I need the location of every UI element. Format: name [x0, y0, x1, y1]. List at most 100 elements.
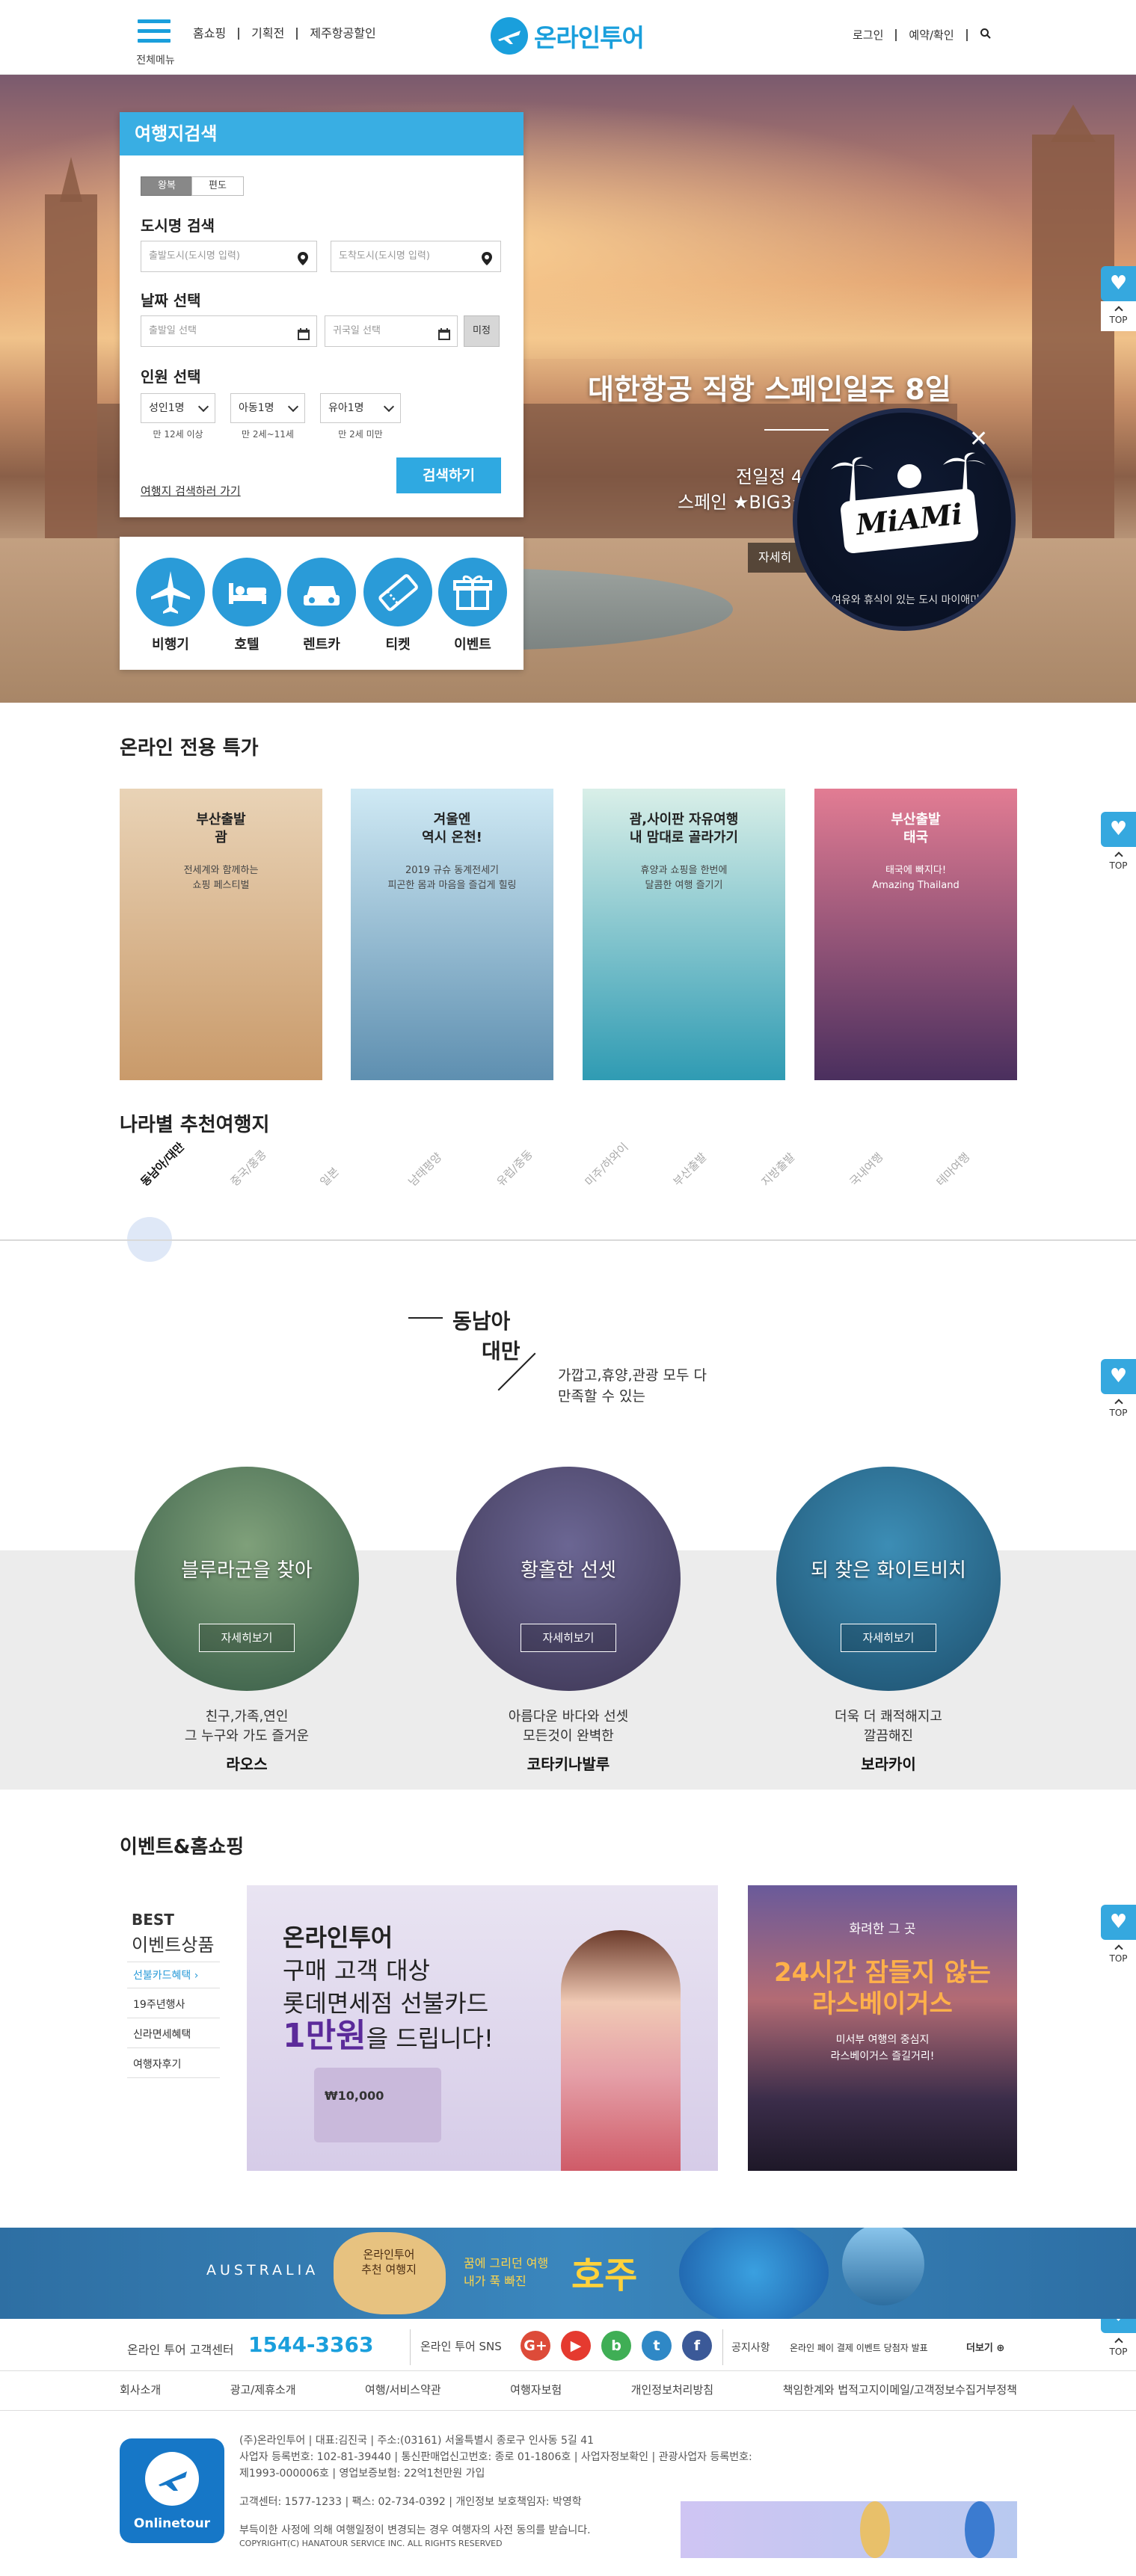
countries-title: 나라별 추천여행지 — [120, 1114, 270, 1136]
special-card-title: 부산출발 태국 — [891, 812, 941, 845]
australia-banner[interactable]: AUSTRALIA 온라인투어 추천 여행지 꿈에 그리던 여행 내가 푹 빠진… — [0, 2228, 1136, 2319]
special-card[interactable]: 부산출발 태국 태국에 빠지다! Amazing Thailand — [814, 789, 1017, 1080]
heart-icon[interactable]: ♥ — [1101, 1359, 1136, 1394]
best-item[interactable]: 선불카드혜택 › — [127, 1962, 220, 1988]
tab-china[interactable]: 중국/홍콩 — [227, 1147, 269, 1189]
best-item[interactable]: 여행자후기 — [127, 2051, 220, 2078]
blog-icon[interactable]: b — [601, 2331, 631, 2361]
quick-flight[interactable]: 비행기 — [136, 558, 205, 653]
company-info-line: 사업자 등록번호: 102-81-39440 | 통신판매업신고번호: 종로 0… — [239, 2451, 752, 2463]
location-pin-icon — [481, 249, 493, 265]
arrow-up-icon — [1114, 851, 1123, 860]
nav-jeju-air[interactable]: 제주항공할인 — [298, 28, 387, 40]
close-popup-icon[interactable]: ✕ — [969, 426, 988, 452]
event-banner-text: 온라인투어 구매 고객 대상 롯데면세점 선불카드 1만원을 드립니다! — [283, 1921, 494, 2055]
search-submit-button[interactable]: 검색하기 — [396, 457, 501, 493]
scroll-top-button[interactable]: TOP — [1101, 847, 1136, 877]
destination-detail-button[interactable]: 자세히보기 — [199, 1624, 295, 1652]
event-banner-las-vegas[interactable]: 화려한 그 곳 24시간 잠들지 않는 라스베이거스 미서부 여행의 중심지 라… — [748, 1885, 1017, 2171]
chevron-down-icon — [197, 401, 209, 413]
destination-detail-button[interactable]: 자세히보기 — [521, 1624, 616, 1652]
footer-link-company[interactable]: 회사소개 — [120, 2382, 161, 2397]
floating-quick-bar: ♥ TOP — [1101, 1905, 1136, 1970]
event-banner-duty-free[interactable]: 온라인투어 구매 고객 대상 롯데면세점 선불카드 1만원을 드립니다! ₩10… — [247, 1885, 718, 2171]
banner-decoration — [965, 2501, 995, 2558]
depart-city-field[interactable]: 출발도시(도시명 입력) — [141, 241, 317, 272]
quick-rentcar[interactable]: 렌트카 — [287, 558, 356, 653]
special-card[interactable]: 겨울엔 역시 온천! 2019 규슈 동계전세기 피곤한 몸과 마음을 즐겁게 … — [351, 789, 553, 1080]
divider — [410, 2329, 411, 2365]
quick-hotel[interactable]: 호텔 — [212, 558, 281, 653]
banner-decoration — [860, 2501, 890, 2558]
notice-more-link[interactable]: 더보기 ⊕ — [966, 2340, 1004, 2354]
special-card[interactable]: 괌,사이판 자유여행 내 맘대로 골라가기 휴양과 쇼핑을 한번에 달콤한 여행… — [583, 789, 785, 1080]
destination-card[interactable]: 되 찾은 화이트비치 자세히보기 더욱 더 쾌적해지고 깔끔해진 보라카이 — [776, 1467, 1001, 1774]
login-link[interactable]: 로그인 — [853, 28, 897, 41]
tab-japan[interactable]: 일본 — [316, 1164, 342, 1189]
site-logo[interactable]: 온라인투어 — [491, 16, 645, 55]
scroll-top-button[interactable]: TOP — [1101, 1394, 1136, 1424]
notice-link[interactable]: 온라인 페이 결제 이벤트 당첨자 발표 — [790, 2341, 928, 2354]
footer-ad-banner[interactable] — [681, 2501, 1017, 2558]
destination-caption: 되 찾은 화이트비치 — [811, 1559, 966, 1582]
destination-card[interactable]: 블루라군을 찾아 자세히보기 친구,가족,연인 그 누구와 가도 즐거운 라오스 — [135, 1467, 359, 1774]
travel-search-panel: 여행지검색 왕복 편도 도시명 검색 출발도시(도시명 입력) 도착도시(도시명… — [120, 112, 524, 517]
heart-icon[interactable]: ♥ — [1101, 812, 1136, 847]
infant-note: 만 2세 미만 — [338, 429, 383, 440]
footer-link-partnership[interactable]: 광고/제휴소개 — [230, 2382, 296, 2397]
twitter-icon[interactable]: t — [642, 2331, 672, 2361]
destination-image: 블루라군을 찾아 자세히보기 — [135, 1467, 359, 1691]
reservation-link[interactable]: 예약/확인 — [897, 28, 968, 41]
best-item[interactable]: 신라면세혜택 — [127, 2021, 220, 2048]
footer-link-legal[interactable]: 책임한계와 법적고지이메일/고객정보수집거부정책 — [783, 2382, 1017, 2397]
destination-detail-button[interactable]: 자세히보기 — [841, 1624, 936, 1652]
return-date-field[interactable]: 귀국일 선택 — [325, 315, 458, 347]
tab-america[interactable]: 미주/하와이 — [581, 1139, 631, 1189]
footer-link-terms[interactable]: 여행/서비스약관 — [365, 2382, 441, 2397]
heart-icon[interactable]: ♥ — [1101, 1905, 1136, 1940]
footer-link-privacy[interactable]: 개인정보처리방침 — [631, 2382, 713, 2397]
child-select[interactable]: 아동1명 — [230, 393, 305, 423]
gift-card-value: ₩10,000 — [325, 2089, 384, 2103]
go-destination-search-link[interactable]: 여행지 검색하러 가기 — [141, 483, 241, 499]
quick-event[interactable]: 이벤트 — [438, 558, 507, 653]
tab-europe[interactable]: 유럽/중동 — [493, 1147, 535, 1189]
nav-promotions[interactable]: 기획전 — [239, 28, 298, 40]
search-icon[interactable] — [968, 28, 992, 42]
gift-icon — [438, 558, 507, 626]
footer-link-insurance[interactable]: 여행자보험 — [510, 2382, 562, 2397]
floating-quick-bar: ♥ TOP — [1101, 266, 1136, 331]
destination-card[interactable]: 황홀한 선셋 자세히보기 아름다운 바다와 선셋 모든것이 완벽한 코타키나발루 — [456, 1467, 681, 1774]
tab-regional[interactable]: 지방출발 — [758, 1149, 798, 1189]
arrive-city-field[interactable]: 도착도시(도시명 입력) — [331, 241, 501, 272]
one-way-toggle[interactable]: 편도 — [191, 176, 244, 196]
quick-ticket[interactable]: 티켓 — [363, 558, 432, 653]
tab-busan[interactable]: 부산출발 — [669, 1149, 710, 1189]
tab-domestic[interactable]: 국내여행 — [846, 1149, 886, 1189]
heart-icon[interactable]: ♥ — [1101, 266, 1136, 301]
scroll-top-button[interactable]: TOP — [1101, 301, 1136, 331]
adult-select[interactable]: 성인1명 — [141, 393, 215, 423]
hamburger-menu-icon[interactable] — [138, 19, 171, 46]
depart-date-field[interactable]: 출발일 선택 — [141, 315, 317, 347]
return-date-placeholder: 귀국일 선택 — [333, 325, 381, 336]
date-undecided-button[interactable]: 미정 — [464, 315, 500, 347]
infant-select[interactable]: 유아1명 — [320, 393, 401, 423]
plus-icon: ⊕ — [996, 2343, 1005, 2354]
google-plus-icon[interactable]: G+ — [521, 2331, 550, 2361]
destination-caption: 황홀한 선셋 — [521, 1559, 616, 1582]
tab-southeast-asia[interactable]: 동남아/대만 — [137, 1138, 188, 1189]
facebook-icon[interactable]: f — [682, 2331, 712, 2361]
company-info-line: 고객센터: 1577-1233 | 팩스: 02-734-0392 | 개인정보… — [239, 2496, 582, 2508]
scroll-top-button[interactable]: TOP — [1101, 1940, 1136, 1970]
tab-south-pacific[interactable]: 남태평양 — [405, 1149, 445, 1189]
tab-theme[interactable]: 테마여행 — [933, 1149, 973, 1189]
youtube-icon[interactable]: ▶ — [561, 2331, 591, 2361]
nav-home-shopping[interactable]: 홈쇼핑 — [193, 28, 240, 40]
special-card[interactable]: 부산출발 괌 전세계와 함께하는 쇼핑 페스티벌 — [120, 789, 322, 1080]
company-info-line: (주)온라인투어 | 대표:김진국 | 주소:(03161) 서울특별시 종로구… — [239, 2435, 595, 2447]
best-item[interactable]: 19주년행사 — [127, 1991, 220, 2018]
destination-image: 황홀한 선셋 자세히보기 — [456, 1467, 681, 1691]
round-trip-toggle[interactable]: 왕복 — [141, 176, 193, 196]
event-line-3: 롯데면세점 선불카드 — [283, 1989, 489, 2018]
